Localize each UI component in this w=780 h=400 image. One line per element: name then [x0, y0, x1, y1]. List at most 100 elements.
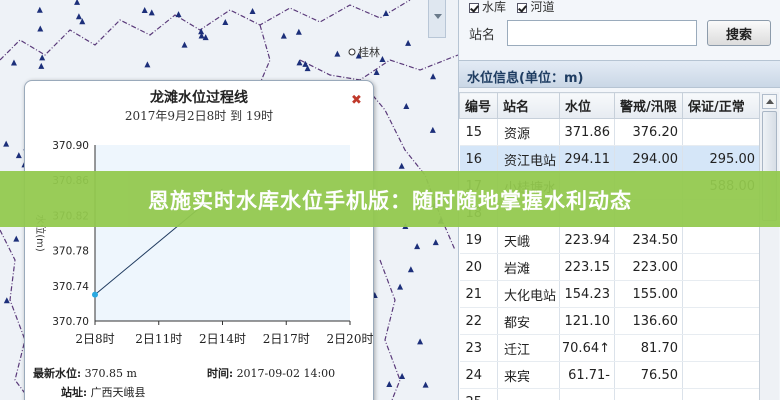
station-marker-icon[interactable] — [74, 0, 81, 5]
station-marker-icon[interactable] — [3, 140, 10, 147]
cell-id: 20 — [459, 253, 498, 281]
station-marker-icon[interactable] — [414, 243, 421, 250]
cell-warning: 81.70 — [614, 334, 683, 362]
station-marker-icon[interactable] — [39, 54, 46, 61]
station-marker-icon[interactable] — [295, 28, 302, 35]
y-tick-label: 370.78 — [52, 246, 89, 258]
station-marker-icon[interactable] — [429, 126, 436, 133]
column-header-warning[interactable]: 警戒/汛限 — [614, 92, 683, 119]
table-row[interactable]: 21 大化电站 154.23 155.00 — [459, 280, 759, 308]
station-marker-icon[interactable] — [334, 50, 341, 57]
cell-name: 迁江 — [497, 334, 560, 362]
site-address-value: 广西天峨县 — [90, 386, 146, 399]
x-tick-label: 2日20时 — [327, 332, 374, 346]
station-marker-icon[interactable] — [405, 39, 412, 46]
station-marker-icon[interactable] — [10, 59, 17, 66]
column-header-guarantee[interactable]: 保证/正常 — [682, 92, 759, 119]
column-header-name[interactable]: 站名 — [497, 92, 560, 119]
close-icon[interactable]: ✖ — [351, 93, 362, 108]
reservoir-checkbox[interactable] — [469, 2, 479, 13]
cell-level: 371.86 — [559, 118, 615, 146]
station-marker-icon[interactable] — [398, 162, 405, 169]
y-tick-label: 370.74 — [52, 281, 89, 293]
cell-id: 19 — [459, 226, 498, 254]
time-label: 时间: — [207, 367, 234, 380]
y-tick-label: 370.90 — [52, 140, 89, 152]
station-marker-icon[interactable] — [38, 62, 45, 69]
station-marker-icon[interactable] — [75, 13, 82, 20]
cell-guarantee: 295.00 — [682, 145, 759, 173]
latest-level-label: 最新水位: — [33, 367, 82, 380]
table-row[interactable]: 19 天峨 223.94 234.50 — [459, 226, 759, 254]
filter-checkboxes: 水库 河道 — [469, 0, 555, 14]
cell-warning — [614, 388, 683, 400]
x-tick-label: 2日17时 — [263, 332, 310, 346]
station-marker-icon[interactable] — [379, 56, 386, 63]
station-marker-icon[interactable] — [397, 283, 404, 290]
table-row[interactable]: 24 来宾 61.71- 76.50 — [459, 361, 759, 389]
station-marker-icon[interactable] — [422, 381, 429, 388]
cell-name: 岩滩 — [497, 253, 560, 281]
station-marker-icon[interactable] — [432, 239, 439, 246]
chevron-down-icon — [434, 14, 442, 19]
site-name-input[interactable] — [507, 20, 697, 46]
cell-guarantee — [682, 388, 759, 400]
water-info-header: 水位信息(单位：m) — [459, 60, 780, 88]
cell-id: 25 — [459, 388, 498, 400]
water-level-table: 编号 站名 水位 警戒/汛限 保证/正常 15 资源 371.86 376.20 16 资… — [459, 92, 759, 400]
x-tick-label: 2日14时 — [199, 332, 246, 346]
cell-name: 资源 — [497, 118, 560, 146]
province-boundary — [0, 0, 411, 61]
station-marker-icon[interactable] — [181, 41, 188, 48]
station-marker-icon[interactable] — [403, 102, 410, 109]
column-header-level[interactable]: 水位 — [559, 92, 615, 119]
table-row[interactable]: 22 都安 121.10 136.60 — [459, 307, 759, 335]
station-marker-icon[interactable] — [399, 372, 406, 379]
scroll-up-icon[interactable] — [762, 94, 777, 109]
x-tick-label: 2日8时 — [75, 332, 114, 346]
station-marker-icon[interactable] — [222, 19, 229, 26]
station-marker-icon[interactable] — [407, 266, 414, 273]
cell-level: 70.64↑ — [559, 334, 615, 362]
cell-level: 294.11 — [559, 145, 615, 173]
search-button[interactable]: 搜索 — [707, 20, 771, 46]
headline-text: 恩施实时水库水位手机版：随时随地掌握水利动态 — [148, 189, 632, 213]
station-marker-icon[interactable] — [417, 338, 424, 345]
river-checkbox-label: 河道 — [530, 0, 555, 14]
cell-warning: 136.60 — [614, 307, 683, 335]
reservoir-checkbox-label: 水库 — [482, 0, 507, 14]
station-marker-icon[interactable] — [175, 11, 182, 18]
river-checkbox[interactable] — [517, 2, 528, 13]
cell-level — [559, 388, 615, 400]
cell-name — [497, 388, 560, 400]
popup-title: 龙滩水位过程线 — [150, 90, 248, 106]
station-marker-icon[interactable] — [144, 61, 151, 68]
station-marker-icon[interactable] — [141, 7, 148, 14]
table-row[interactable]: 15 资源 371.86 376.20 — [459, 118, 759, 146]
station-marker-icon[interactable] — [37, 25, 44, 32]
province-boundary — [379, 259, 401, 400]
station-marker-icon[interactable] — [386, 381, 393, 388]
table-row[interactable]: 16 资江电站 294.11 294.00 295.00 — [459, 145, 759, 173]
station-marker-icon[interactable] — [249, 8, 256, 15]
station-marker-icon[interactable] — [13, 235, 20, 242]
table-row[interactable]: 23 迁江 70.64↑ 81.70 — [459, 334, 759, 362]
table-row[interactable]: 25 — [459, 388, 759, 400]
cell-name: 来宾 — [497, 361, 560, 389]
station-marker-icon[interactable] — [3, 297, 10, 304]
water-level-popup: 龙滩水位过程线 2017年9月2日8时 到 19时 ✖ 370.90370.86… — [24, 80, 374, 400]
station-marker-icon[interactable] — [430, 73, 437, 80]
series-point[interactable] — [92, 291, 98, 298]
table-scrollbar[interactable] — [759, 92, 779, 400]
station-marker-icon[interactable] — [382, 9, 389, 16]
station-marker-icon[interactable] — [280, 32, 287, 39]
station-marker-icon[interactable] — [36, 6, 43, 13]
table-row[interactable]: 20 岩滩 223.15 223.00 — [459, 253, 759, 281]
column-header-id[interactable]: 编号 — [459, 92, 498, 119]
cell-guarantee — [682, 334, 759, 362]
station-marker-icon[interactable] — [15, 152, 22, 159]
map-collapse-button[interactable] — [428, 0, 446, 38]
cell-guarantee — [682, 307, 759, 335]
station-marker-icon[interactable] — [148, 9, 155, 16]
water-level-chart: 370.90370.86370.82370.78370.74370.702日8时… — [34, 140, 374, 346]
